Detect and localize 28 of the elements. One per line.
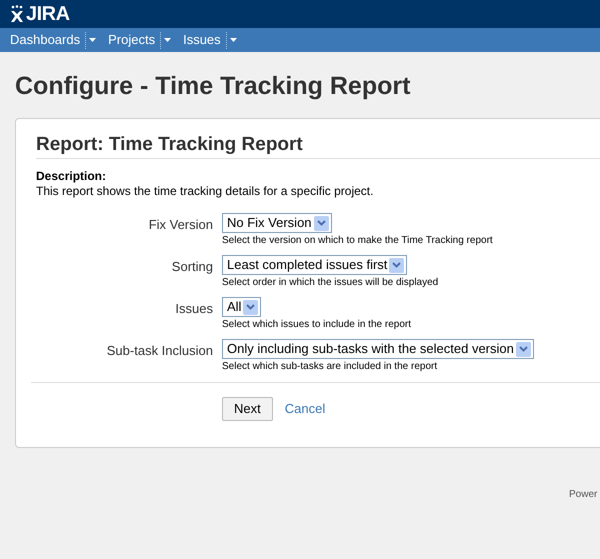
description-label: Description: bbox=[36, 169, 108, 183]
field-label: Fix Version bbox=[148, 216, 214, 234]
dropdown-arrow-icon[interactable] bbox=[85, 32, 96, 48]
select-field[interactable]: Only including sub-tasks with the selected version bbox=[222, 339, 534, 359]
select-field[interactable]: Least completed issues first bbox=[222, 255, 408, 275]
nav-link[interactable]: Projects bbox=[108, 30, 156, 50]
field-label: Sorting bbox=[170, 258, 214, 276]
select-field[interactable]: No Fix Version bbox=[222, 213, 332, 233]
description-text: This report shows the time tracking details for a specific project. bbox=[36, 183, 374, 199]
dropdown-arrow-icon[interactable] bbox=[226, 32, 237, 48]
next-button[interactable]: Next bbox=[222, 397, 273, 421]
field-hint: Select which sub-tasks are included in the report bbox=[222, 360, 438, 374]
report-title: Report: Time Tracking Report bbox=[36, 133, 600, 159]
logo-icon bbox=[10, 5, 24, 23]
page-title: Configure - Time Tracking Report bbox=[15, 71, 412, 101]
nav-link[interactable]: Issues bbox=[183, 30, 221, 50]
dropdown-arrow-icon[interactable] bbox=[160, 32, 172, 48]
select-field[interactable]: All bbox=[222, 297, 262, 317]
field-hint: Select the version on which to make the Time Tracking report bbox=[222, 234, 493, 248]
footer-text: Power bbox=[569, 488, 598, 502]
logo-text: JIRA bbox=[26, 4, 70, 24]
logo[interactable]: JIRA bbox=[10, 4, 70, 24]
field-hint: Select order in which the issues will be displayed bbox=[222, 276, 438, 290]
field-label: Issues bbox=[174, 300, 214, 318]
cancel-link[interactable]: Cancel bbox=[284, 399, 326, 419]
field-label: Sub-task Inclusion bbox=[106, 342, 214, 360]
nav-link[interactable]: Dashboards bbox=[10, 30, 80, 50]
field-hint: Select which issues to include in the report bbox=[222, 318, 411, 332]
